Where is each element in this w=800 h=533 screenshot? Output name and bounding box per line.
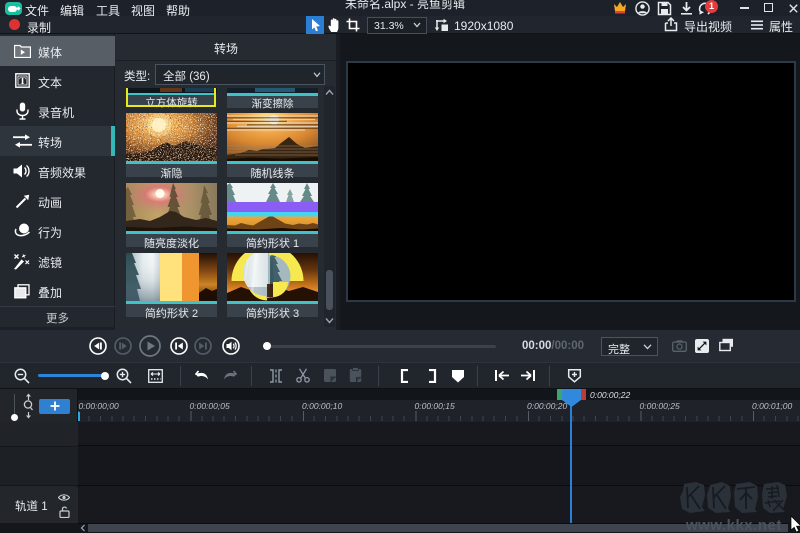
svg-text:0:00:00;00: 0:00:00;00 [79, 401, 119, 411]
svg-text:0:00:00;15: 0:00:00;15 [415, 401, 455, 411]
svg-text:T: T [19, 77, 26, 87]
svg-text:0:00:00;25: 0:00:00;25 [640, 401, 680, 411]
svg-text:0:00:00;05: 0:00:00;05 [190, 401, 230, 411]
svg-text:0:00:00;10: 0:00:00;10 [302, 401, 342, 411]
svg-text:0:00:01;00: 0:00:01;00 [752, 401, 792, 411]
